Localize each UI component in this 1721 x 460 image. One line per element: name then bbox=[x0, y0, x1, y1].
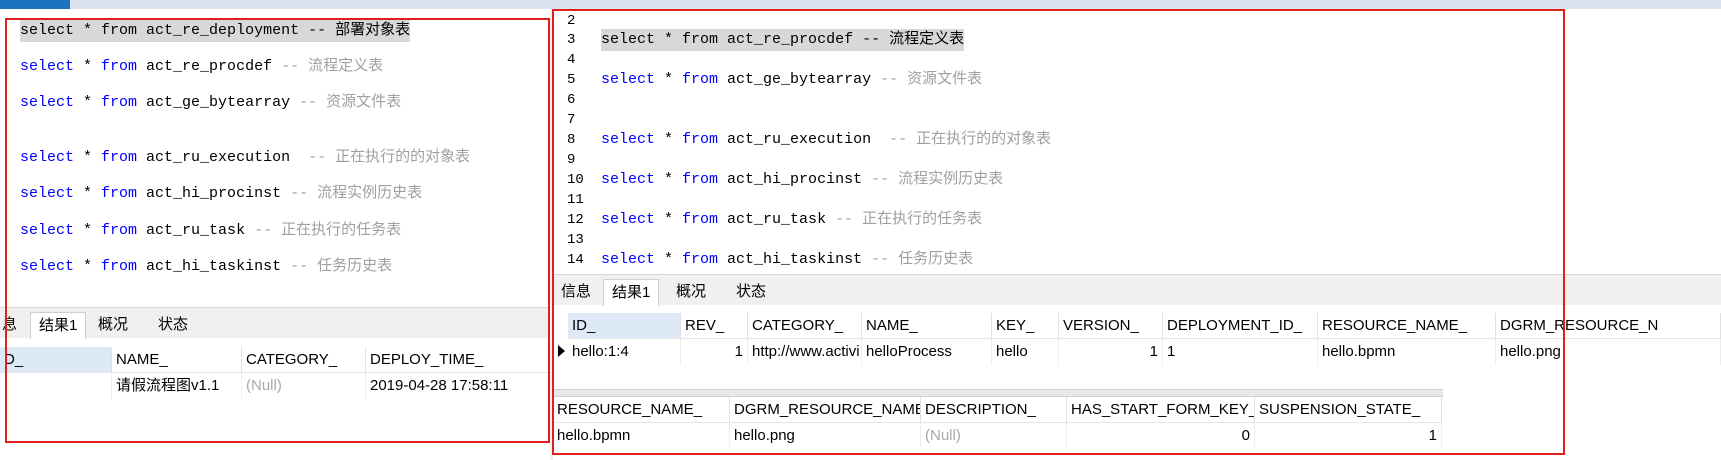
column-header[interactable]: KEY_ bbox=[992, 313, 1059, 339]
sql-line[interactable]: select * from act_ru_execution -- 正在执行的的… bbox=[601, 129, 1051, 151]
line-number: 9 bbox=[567, 152, 576, 168]
column-header[interactable]: RESOURCE_NAME_ bbox=[1318, 313, 1496, 339]
right-query-window: 2 3 4 5 6 7 8 9 10 11 12 13 14 select * … bbox=[553, 9, 1721, 460]
line-number: 14 bbox=[567, 252, 584, 268]
tab-status[interactable]: 状态 bbox=[728, 279, 774, 305]
table-cell[interactable]: hello.png bbox=[1496, 339, 1721, 365]
line-number: 5 bbox=[567, 72, 576, 88]
table-cell[interactable]: (Null) bbox=[921, 423, 1067, 449]
sql-line[interactable]: select * from act_re_procdef -- 流程定义表 bbox=[601, 29, 965, 51]
column-header[interactable]: DESCRIPTION_ bbox=[921, 397, 1067, 423]
column-header[interactable]: DEPLOY_TIME_ bbox=[366, 347, 550, 373]
column-header[interactable]: VERSION_ bbox=[1059, 313, 1163, 339]
table-cell[interactable] bbox=[0, 373, 112, 399]
left-sql-editor[interactable]: select * from act_re_deployment -- 部署对象表… bbox=[0, 9, 550, 309]
sql-line[interactable]: select * from act_hi_taskinst -- 任务历史表 bbox=[601, 249, 973, 271]
table-cell[interactable]: hello.bpmn bbox=[553, 423, 730, 449]
line-number: 10 bbox=[567, 172, 584, 188]
column-header[interactable]: HAS_START_FORM_KEY_ bbox=[1067, 397, 1255, 423]
line-number: 11 bbox=[567, 192, 584, 208]
grid-splitter[interactable] bbox=[553, 389, 1443, 397]
right-result-grid[interactable]: ID_ REV_ CATEGORY_ NAME_ KEY_ VERSION_ D… bbox=[553, 308, 1721, 460]
sql-line[interactable]: select * from act_hi_procinst -- 流程实例历史表 bbox=[20, 183, 422, 205]
sql-line[interactable]: select * from act_re_procdef -- 流程定义表 bbox=[20, 56, 383, 78]
column-header[interactable]: NAME_ bbox=[862, 313, 992, 339]
table-cell[interactable]: hello:1:4 bbox=[568, 339, 681, 365]
column-header[interactable]: RESOURCE_NAME_ bbox=[553, 397, 730, 423]
table-cell[interactable]: helloProcess bbox=[862, 339, 992, 365]
column-header[interactable]: DEPLOYMENT_ID_ bbox=[1163, 313, 1318, 339]
line-number: 3 bbox=[567, 32, 576, 48]
column-header[interactable]: CATEGORY_ bbox=[748, 313, 862, 339]
column-header[interactable]: D_ bbox=[0, 347, 112, 373]
current-row-arrow-icon bbox=[558, 345, 565, 357]
line-number: 2 bbox=[567, 13, 576, 29]
sql-line[interactable]: select * from act_ru_task -- 正在执行的任务表 bbox=[601, 209, 982, 231]
line-number: 8 bbox=[567, 132, 576, 148]
line-number: 6 bbox=[567, 92, 576, 108]
active-window-accent bbox=[0, 0, 70, 9]
keyword: select bbox=[20, 22, 75, 39]
table-cell[interactable]: (Null) bbox=[242, 373, 366, 399]
tab-info[interactable]: 息 bbox=[0, 312, 25, 338]
line-number: 7 bbox=[567, 112, 576, 128]
line-number: 12 bbox=[567, 212, 584, 228]
table-cell[interactable]: hello bbox=[992, 339, 1059, 365]
sql-line[interactable]: select * from act_hi_taskinst -- 任务历史表 bbox=[20, 256, 392, 278]
tab-result1[interactable]: 结果1 bbox=[30, 312, 87, 339]
column-header[interactable]: NAME_ bbox=[112, 347, 242, 373]
column-header[interactable]: ID_ bbox=[568, 313, 681, 339]
sql-line[interactable]: select * from act_hi_procinst -- 流程实例历史表 bbox=[601, 169, 1003, 191]
table-cell[interactable]: hello.bpmn bbox=[1318, 339, 1496, 365]
table-cell[interactable]: hello.png bbox=[730, 423, 921, 449]
table-cell[interactable]: 1 bbox=[1163, 339, 1318, 365]
table-cell[interactable]: 2019-04-28 17:58:11 bbox=[366, 373, 550, 399]
sql-comment: -- 部署对象表 bbox=[308, 22, 411, 39]
tab-info[interactable]: 信息 bbox=[553, 279, 599, 305]
left-result-grid[interactable]: D_ NAME_ CATEGORY_ DEPLOY_TIME_ 请假流程图v1.… bbox=[0, 341, 550, 460]
tab-overview[interactable]: 概况 bbox=[668, 279, 714, 305]
table-cell[interactable]: 1 bbox=[1059, 339, 1163, 365]
table-cell[interactable]: 1 bbox=[1255, 423, 1442, 449]
tab-overview[interactable]: 概况 bbox=[90, 312, 136, 338]
sql-line[interactable]: select * from act_ru_task -- 正在执行的任务表 bbox=[20, 220, 401, 242]
column-header[interactable]: DGRM_RESOURCE_NAME bbox=[730, 397, 921, 423]
left-result-tabs: 息 结果1 概况 状态 bbox=[0, 307, 550, 339]
left-query-window: select * from act_re_deployment -- 部署对象表… bbox=[0, 9, 550, 460]
column-header[interactable]: CATEGORY_ bbox=[242, 347, 366, 373]
column-header[interactable]: REV_ bbox=[681, 313, 748, 339]
line-number: 13 bbox=[567, 232, 584, 248]
line-number: 4 bbox=[567, 52, 576, 68]
top-strip bbox=[0, 0, 1721, 9]
sql-line[interactable]: select * from act_re_deployment -- 部署对象表 bbox=[20, 20, 411, 42]
table-cell[interactable]: http://www.activi bbox=[748, 339, 862, 365]
column-header[interactable]: SUSPENSION_STATE_ bbox=[1255, 397, 1442, 423]
table-cell[interactable]: 1 bbox=[681, 339, 748, 365]
tab-result1[interactable]: 结果1 bbox=[603, 279, 660, 306]
sql-line[interactable]: select * from act_ru_execution -- 正在执行的的… bbox=[20, 147, 470, 169]
sql-line[interactable]: select * from act_ge_bytearray -- 资源文件表 bbox=[20, 92, 401, 114]
table-cell[interactable]: 0 bbox=[1067, 423, 1255, 449]
right-result-tabs: 信息 结果1 概况 状态 bbox=[553, 274, 1721, 306]
sql-line[interactable]: select * from act_ge_bytearray -- 资源文件表 bbox=[601, 69, 982, 91]
column-header[interactable]: DGRM_RESOURCE_N bbox=[1496, 313, 1721, 339]
table-cell[interactable]: 请假流程图v1.1 bbox=[112, 373, 242, 399]
tab-status[interactable]: 状态 bbox=[150, 312, 196, 338]
line-number-gutter: 2 3 4 5 6 7 8 9 10 11 12 13 14 bbox=[553, 9, 593, 274]
